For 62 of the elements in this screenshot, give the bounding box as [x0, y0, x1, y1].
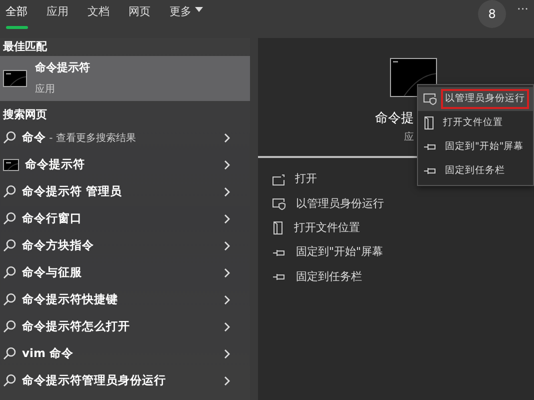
search-suggestion[interactable]: vim 命令 — [0, 340, 250, 367]
menu-item[interactable]: 固定到任务栏 — [418, 159, 533, 183]
search-suggestion[interactable]: 命令提示符快捷键 — [0, 286, 250, 313]
menu-item[interactable]: 打开文件位置 — [418, 111, 533, 135]
menu-item[interactable]: 以管理员身份运行 — [418, 87, 533, 111]
search-icon — [3, 212, 16, 225]
more-button[interactable]: ··· — [517, 0, 528, 18]
chevron-right-icon — [224, 294, 230, 304]
chevron-right-icon — [224, 376, 230, 386]
search-suggestion[interactable]: 命令 - 查看更多搜索结果 — [0, 124, 250, 151]
chevron-right-icon — [224, 186, 230, 196]
result-subtitle: 应用 — [35, 82, 56, 98]
pin-icon — [272, 272, 286, 282]
search-icon — [3, 131, 16, 144]
document-icon — [423, 116, 435, 130]
pin-icon — [272, 248, 286, 258]
app-subtitle: 应 — [404, 132, 414, 143]
terminal-icon — [3, 158, 19, 170]
chevron-right-icon — [224, 348, 230, 358]
tab[interactable]: 应用 — [46, 0, 68, 30]
menu-item[interactable]: 固定到"开始"屏幕 — [418, 135, 533, 159]
action-item[interactable]: 以管理员身份运行 — [258, 192, 534, 216]
shield-window-icon — [272, 198, 286, 210]
best-match-item[interactable]: 命令提示符 应用 — [0, 56, 250, 101]
chevron-right-icon — [224, 240, 230, 250]
document-icon — [272, 221, 284, 236]
chevron-right-icon — [224, 214, 230, 224]
search-suggestion[interactable]: 命令提示符怎么打开 — [0, 313, 250, 340]
search-icon — [3, 374, 16, 387]
pin-icon — [423, 142, 437, 152]
terminal-icon — [3, 70, 27, 87]
pin-icon — [423, 166, 437, 176]
chevron-right-icon — [224, 322, 230, 332]
search-icon — [3, 239, 16, 252]
points-badge[interactable]: 8 — [478, 0, 506, 28]
open-icon — [272, 174, 285, 186]
search-suggestion[interactable]: 命令与征服 — [0, 259, 250, 286]
search-suggestion[interactable]: 命令提示符 — [0, 151, 250, 178]
search-suggestion[interactable]: 命令行窗口 — [0, 205, 250, 232]
tab[interactable]: 全部 — [6, 0, 28, 30]
search-suggestion[interactable]: 命令提示符管理员身份运行 — [0, 367, 250, 394]
app-title: 命令提 — [375, 111, 414, 126]
action-item[interactable]: 固定到"开始"屏幕 — [258, 240, 534, 265]
section-heading: 最佳匹配 — [2, 39, 48, 55]
chevron-right-icon — [224, 268, 230, 278]
tab[interactable]: 更多 — [170, 0, 202, 30]
chevron-right-icon — [224, 160, 230, 170]
tab[interactable]: 文档 — [88, 0, 110, 30]
search-icon — [3, 266, 16, 279]
search-icon — [3, 185, 16, 198]
result-title: 命令提示符 — [35, 60, 90, 76]
chevron-right-icon — [224, 132, 230, 142]
search-suggestion[interactable]: 命令方块指令 — [0, 232, 250, 259]
tab[interactable]: 网页 — [128, 0, 150, 30]
search-icon — [3, 347, 16, 360]
action-item[interactable]: 打开文件位置 — [258, 216, 534, 240]
search-icon — [3, 293, 16, 306]
search-suggestion[interactable]: 命令提示符 管理员 — [0, 178, 250, 205]
action-item[interactable]: 固定到任务栏 — [258, 264, 534, 290]
section-heading: 搜索网页 — [2, 107, 48, 123]
search-icon — [3, 320, 16, 333]
shield-window-icon — [423, 93, 437, 105]
